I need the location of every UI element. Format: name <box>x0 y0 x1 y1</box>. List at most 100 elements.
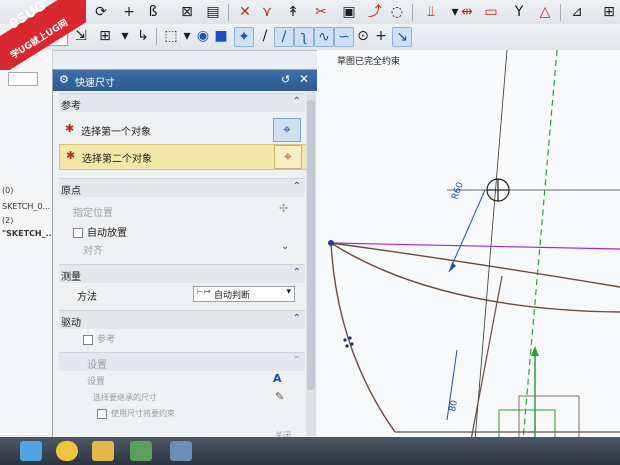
section-title: 原点 <box>61 186 81 197</box>
end-point-icon[interactable]: / <box>256 27 274 45</box>
existing-point-icon[interactable]: ⊙ <box>354 27 372 45</box>
chrome-app-icon[interactable] <box>56 441 78 461</box>
auto-place-label: 自动放置 <box>87 228 127 239</box>
show-constraints-icon[interactable]: ⊞ <box>600 3 618 21</box>
make-corner-icon[interactable]: ⤴ <box>366 3 384 21</box>
navigator-item[interactable]: (2) <box>2 216 13 225</box>
select-first-object-label: 选择第一个对象 <box>81 127 151 138</box>
select-second-object-label: 选择第二个对象 <box>82 154 152 165</box>
linear-dimension-icon[interactable]: ⇹ <box>458 3 476 21</box>
folder-app-icon[interactable] <box>92 441 114 461</box>
eyedropper-icon[interactable]: ✎ <box>275 390 284 403</box>
start-button[interactable] <box>20 441 42 461</box>
plus-icon[interactable]: + <box>120 3 138 21</box>
navigator-item[interactable]: "SKETCH_... <box>2 229 55 238</box>
arc-icon[interactable]: ⟳ <box>92 3 110 21</box>
reference-label: 参考 <box>97 335 116 345</box>
shaded-icon[interactable]: ■ <box>212 27 230 45</box>
quick-dimension-dialog: ⚙ 快速尺寸 ↺ ✕ 参考 ⌃ ✱ 选择第一个对象 ⌖ ✱ 选择第二个对象 ⌖ … <box>52 69 318 440</box>
navigator-item[interactable]: (0) <box>2 186 13 195</box>
geometric-constraint-icon[interactable]: ⊿ <box>568 3 586 21</box>
navigator-tab[interactable] <box>8 72 38 86</box>
mid-point-icon[interactable]: / <box>274 27 294 47</box>
control-point-icon[interactable]: ʅ <box>294 27 314 47</box>
snap-icon[interactable]: ↳ <box>134 27 152 45</box>
section-header-measure[interactable]: 测量 ⌃ <box>59 264 305 283</box>
required-star-icon: ✱ <box>66 149 76 162</box>
select-second-object-row[interactable]: ✱ 选择第二个对象 ⌖ <box>59 144 307 170</box>
sketch-status-text: 草图已完全约束 <box>337 57 401 67</box>
chevron-up-icon: ⌃ <box>292 96 301 107</box>
arc-center-icon[interactable]: ∽ <box>334 27 354 47</box>
chamfer-icon[interactable]: ⋎ <box>258 3 276 21</box>
nx-app-icon[interactable] <box>170 441 192 461</box>
settings-label: 设置 <box>87 377 106 387</box>
reset-icon[interactable]: ↺ <box>281 73 290 86</box>
auto-place-checkbox[interactable]: 自动放置 <box>73 224 127 239</box>
section-header-driving[interactable]: 驱动 ⌃ <box>59 310 305 329</box>
close-icon[interactable]: ✕ <box>299 72 309 86</box>
middle-arc-curve <box>330 242 620 313</box>
offset-icon[interactable]: ↟ <box>284 3 302 21</box>
radial-dimension-icon[interactable]: ▭ <box>482 3 500 21</box>
section-header-origin[interactable]: 原点 ⌃ <box>59 178 305 197</box>
media-app-icon[interactable] <box>130 441 152 461</box>
quick-dimension-icon[interactable]: ⫫ <box>422 3 440 21</box>
align-label: 对齐 <box>83 246 103 257</box>
section-title: 设置 <box>87 360 107 371</box>
method-value: 自动判断 <box>214 291 251 301</box>
mirror-icon[interactable]: ✂ <box>312 3 330 21</box>
part-navigator: (0) SKETCH_0... (2) "SKETCH_... <box>0 50 55 435</box>
watermark-logo: 9SUG 学UG就上UG网 <box>0 0 86 70</box>
select-first-object-row[interactable]: ✱ 选择第一个对象 ⌖ <box>59 118 305 142</box>
intersection-icon[interactable]: ∿ <box>314 27 334 47</box>
use-dimension-checkbox[interactable]: 使用尺寸将要约束 <box>97 408 175 419</box>
point-snap-icon[interactable]: ✦ <box>234 27 254 47</box>
location-icon[interactable]: ✣ <box>279 202 288 215</box>
derived-curve-icon[interactable]: ◌ <box>388 3 406 21</box>
green-box <box>498 409 556 440</box>
selection-toolbar: ▾ ⇲ ⊞ ▾ ↳ ⬚ ▾ ◉ ■ ✦ / / ʅ ∿ ∽ ⊙ + ↘ <box>0 24 620 51</box>
green-axis-line <box>522 50 558 440</box>
chevron-up-icon: ⌃ <box>292 313 301 324</box>
angular-dimension-icon[interactable]: Y <box>510 3 528 21</box>
gear-icon[interactable]: ⚙ <box>59 73 69 86</box>
dialog-scrollbar[interactable] <box>306 92 316 436</box>
trim-icon[interactable]: ⊠ <box>178 3 196 21</box>
chevron-down-icon[interactable]: ⌄ <box>281 241 289 252</box>
chevron-up-icon: ⌃ <box>292 267 301 278</box>
section-title: 参考 <box>61 101 81 112</box>
studio-spline-icon[interactable]: ß <box>144 3 162 21</box>
pattern-icon[interactable]: ▣ <box>340 3 358 21</box>
method-label: 方法 <box>77 292 97 303</box>
section-header-settings[interactable]: 设置 ⌃ <box>59 352 305 371</box>
perimeter-dimension-icon[interactable]: △ <box>536 3 554 21</box>
point-on-curve-icon[interactable]: ↘ <box>392 27 412 47</box>
dialog-title-bar[interactable]: ⚙ 快速尺寸 ↺ ✕ <box>53 70 317 91</box>
select-region-icon[interactable]: ⊞ <box>96 27 114 45</box>
vertical-reference-line <box>474 50 508 440</box>
section-header-reference[interactable]: 参考 ⌃ <box>59 93 305 112</box>
use-dimension-label: 使用尺寸将要约束 <box>111 409 175 418</box>
navigator-item[interactable]: SKETCH_0... <box>2 202 50 211</box>
dim-80-text[interactable]: 80 <box>448 399 460 412</box>
extend-icon[interactable]: ▤ <box>204 3 222 21</box>
text-style-icon[interactable]: A <box>273 372 282 385</box>
scrollbar-thumb[interactable] <box>307 100 315 390</box>
sketch-drawing[interactable]: R60 80 <box>317 50 620 440</box>
graphics-window[interactable]: R60 80 草图已完全约束 <box>317 50 620 440</box>
crosshair-select-icon[interactable]: ⌖ <box>273 118 301 142</box>
method-select[interactable]: ⊢↦ 自动判断 ▾ <box>193 286 295 302</box>
point-on-line-icon[interactable]: + <box>372 27 390 45</box>
r60-dimension-text[interactable]: R60 <box>450 181 466 201</box>
reference-checkbox[interactable]: 参考 <box>83 332 115 345</box>
dialog-title: 快速尺寸 <box>75 78 115 89</box>
section-title: 驱动 <box>61 318 81 329</box>
sketch-toolbar-top: ⟳ + ß ⊠ ▤ ✕ ⋎ ↟ ✂ ▣ ⤴ ◌ ⫫ ▾ ⇹ ▭ Y △ ⊿ ⊞ <box>0 0 620 25</box>
chevron-up-icon: ⌃ <box>292 181 301 192</box>
r60-arrowhead <box>449 262 456 272</box>
dropdown-icon[interactable]: ▾ <box>116 27 134 45</box>
fillet-icon[interactable]: ✕ <box>236 3 254 21</box>
crosshair-select-icon[interactable]: ⌖ <box>274 145 302 169</box>
view-cube-icon[interactable]: ◉ <box>194 27 212 45</box>
